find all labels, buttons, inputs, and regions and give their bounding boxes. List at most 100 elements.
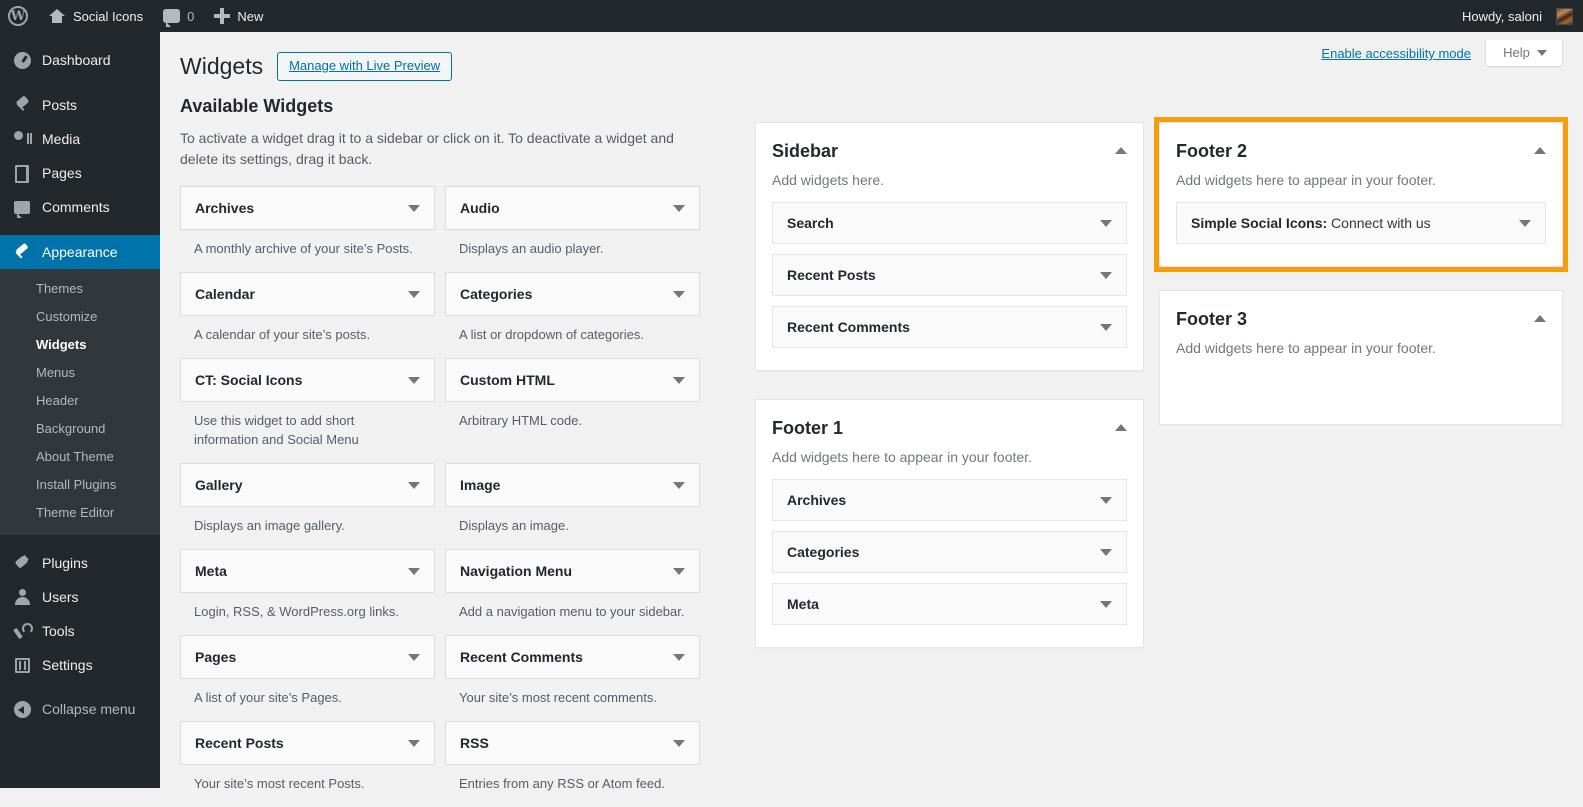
- chevron-down-icon[interactable]: [1100, 601, 1112, 608]
- wordpress-logo-menu[interactable]: W: [0, 0, 38, 32]
- sidebar-item-plugins[interactable]: Plugins: [0, 546, 160, 580]
- widget-title: Pages: [195, 649, 236, 665]
- widget-header[interactable]: Custom HTML: [445, 358, 700, 402]
- chevron-down-icon[interactable]: [1519, 220, 1531, 227]
- submenu-item-menus[interactable]: Menus: [0, 359, 160, 387]
- sidebar-item-media[interactable]: Media: [0, 122, 160, 156]
- widget-description: Login, RSS, & WordPress.org links.: [180, 593, 435, 621]
- sidebar-item-tools[interactable]: Tools: [0, 614, 160, 648]
- account-menu[interactable]: Howdy, saloni: [1452, 0, 1583, 32]
- widget-header[interactable]: Categories: [445, 272, 700, 316]
- chevron-down-icon[interactable]: [1100, 549, 1112, 556]
- widget-header[interactable]: RSS: [445, 721, 700, 765]
- widget-area-title: Footer 1: [772, 416, 843, 440]
- chevron-down-icon[interactable]: [673, 568, 685, 575]
- sidebar-item-users[interactable]: Users: [0, 580, 160, 614]
- widget-area-header[interactable]: Footer 3: [1176, 307, 1546, 331]
- widget-header[interactable]: Navigation Menu: [445, 549, 700, 593]
- sidebar-item-dashboard[interactable]: Dashboard: [0, 43, 160, 77]
- widget-description: Use this widget to add short information…: [180, 402, 395, 449]
- widget-title: Categories: [460, 286, 532, 302]
- widget-description: Arbitrary HTML code.: [445, 402, 700, 430]
- widget-title: Calendar: [195, 286, 255, 302]
- assigned-widget-search[interactable]: Search: [772, 202, 1127, 244]
- widget-header[interactable]: Recent Comments: [445, 635, 700, 679]
- submenu-item-install-plugins[interactable]: Install Plugins: [0, 471, 160, 499]
- widget-area-description: Add widgets here to appear in your foote…: [1176, 338, 1546, 358]
- comments-bubble[interactable]: 0: [153, 0, 204, 32]
- chevron-down-icon[interactable]: [408, 482, 420, 489]
- widget-header[interactable]: Gallery: [180, 463, 435, 507]
- chevron-down-icon[interactable]: [1100, 324, 1112, 331]
- manage-with-live-preview-button[interactable]: Manage with Live Preview: [277, 52, 452, 81]
- assigned-widget-simple-social-icons[interactable]: Simple Social Icons: Connect with us: [1176, 202, 1546, 244]
- submenu-item-header[interactable]: Header: [0, 387, 160, 415]
- chevron-down-icon[interactable]: [408, 205, 420, 212]
- chevron-up-icon[interactable]: [1115, 416, 1127, 431]
- chevron-down-icon[interactable]: [673, 377, 685, 384]
- widget-header[interactable]: Pages: [180, 635, 435, 679]
- widget-area-footer-1: Footer 1 Add widgets here to appear in y…: [755, 399, 1144, 648]
- assigned-widget-archives[interactable]: Archives: [772, 479, 1127, 521]
- chevron-down-icon[interactable]: [1100, 220, 1112, 227]
- widget-header[interactable]: Archives: [180, 186, 435, 230]
- widget-description: A calendar of your site’s posts.: [180, 316, 435, 344]
- chevron-down-icon[interactable]: [673, 291, 685, 298]
- assigned-widget-meta[interactable]: Meta: [772, 583, 1127, 625]
- sidebar-item-settings[interactable]: Settings: [0, 648, 160, 682]
- assigned-widget-categories[interactable]: Categories: [772, 531, 1127, 573]
- chevron-down-icon[interactable]: [408, 377, 420, 384]
- widget-area-header[interactable]: Footer 1: [772, 416, 1127, 440]
- submenu-item-about-theme[interactable]: About Theme: [0, 443, 160, 471]
- widget-header[interactable]: CT: Social Icons: [180, 358, 435, 402]
- widget-title: Audio: [460, 200, 500, 216]
- widget-description: A list of your site’s Pages.: [180, 679, 435, 707]
- sidebar-item-label: Pages: [42, 165, 82, 181]
- empty-widget-dropzone[interactable]: [1176, 370, 1546, 412]
- widget-header[interactable]: Calendar: [180, 272, 435, 316]
- submenu-item-themes[interactable]: Themes: [0, 275, 160, 303]
- chevron-down-icon[interactable]: [1100, 272, 1112, 279]
- chevron-down-icon[interactable]: [408, 740, 420, 747]
- help-tab-button[interactable]: Help: [1485, 40, 1563, 67]
- enable-accessibility-mode-link[interactable]: Enable accessibility mode: [1321, 46, 1485, 61]
- new-content-menu[interactable]: New: [204, 0, 273, 32]
- sidebar-item-posts[interactable]: Posts: [0, 88, 160, 122]
- widget-area-footer-3: Footer 3 Add widgets here to appear in y…: [1159, 290, 1563, 425]
- chevron-down-icon[interactable]: [408, 568, 420, 575]
- chevron-up-icon[interactable]: [1534, 139, 1546, 154]
- chevron-down-icon[interactable]: [673, 740, 685, 747]
- submenu-item-theme-editor[interactable]: Theme Editor: [0, 499, 160, 527]
- sidebars-column-left: Sidebar Add widgets here. Search Recent …: [755, 122, 1144, 676]
- chevron-down-icon[interactable]: [408, 654, 420, 661]
- chevron-down-icon: [1537, 50, 1547, 56]
- chevron-up-icon[interactable]: [1534, 307, 1546, 322]
- widget-area-description: Add widgets here to appear in your foote…: [772, 447, 1127, 467]
- site-name-menu[interactable]: Social Icons: [38, 0, 153, 32]
- widget-header[interactable]: Image: [445, 463, 700, 507]
- available-widget-meta: Meta Login, RSS, & WordPress.org links.: [180, 549, 435, 621]
- submenu-item-customize[interactable]: Customize: [0, 303, 160, 331]
- submenu-item-background[interactable]: Background: [0, 415, 160, 443]
- chevron-down-icon[interactable]: [673, 205, 685, 212]
- assigned-widget-recent-posts[interactable]: Recent Posts: [772, 254, 1127, 296]
- available-widget-pages: Pages A list of your site’s Pages.: [180, 635, 435, 707]
- chevron-down-icon[interactable]: [408, 291, 420, 298]
- chevron-down-icon[interactable]: [673, 482, 685, 489]
- widget-area-header[interactable]: Footer 2: [1176, 139, 1546, 163]
- widget-title: Meta: [787, 596, 819, 612]
- sidebar-item-appearance[interactable]: Appearance: [0, 235, 160, 269]
- sidebar-item-comments[interactable]: Comments: [0, 190, 160, 224]
- widget-header[interactable]: Audio: [445, 186, 700, 230]
- submenu-item-widgets[interactable]: Widgets: [0, 331, 160, 359]
- chevron-up-icon[interactable]: [1115, 139, 1127, 154]
- assigned-widget-recent-comments[interactable]: Recent Comments: [772, 306, 1127, 348]
- sidebar-item-pages[interactable]: Pages: [0, 156, 160, 190]
- chevron-down-icon[interactable]: [673, 654, 685, 661]
- widget-header[interactable]: Meta: [180, 549, 435, 593]
- widget-area-header[interactable]: Sidebar: [772, 139, 1127, 163]
- collapse-menu-button[interactable]: Collapse menu: [0, 692, 160, 726]
- widget-header[interactable]: Recent Posts: [180, 721, 435, 765]
- chevron-down-icon[interactable]: [1100, 497, 1112, 504]
- widget-title: Custom HTML: [460, 372, 555, 388]
